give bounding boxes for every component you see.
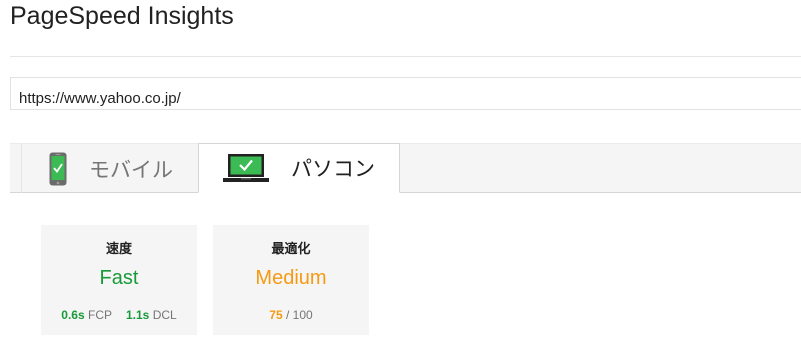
device-tabbar: モバイル パソコン [10,143,801,193]
tab-desktop[interactable]: パソコン [198,143,400,193]
tab-mobile[interactable]: モバイル [23,144,197,193]
optimization-score: 75 [269,308,283,322]
speed-rating: Fast [99,267,139,289]
speed-metrics: 0.6s FCP 1.1s DCL [41,308,197,322]
dcl-value: 1.1s [125,308,150,322]
title-divider [10,56,801,57]
url-input[interactable] [10,77,801,110]
fcp-value: 0.6s [61,308,85,322]
page-title: PageSpeed Insights [10,2,234,30]
dcl-label: DCL [152,308,177,322]
optimization-metrics: 75 / 100 [213,308,369,322]
phone-icon [49,152,67,185]
speed-card: 速度 Fast 0.6s FCP 1.1s DCL [41,225,197,335]
optimization-rating: Medium [255,267,327,289]
optimization-card: 最適化 Medium 75 / 100 [213,225,369,335]
optimization-score-suffix: / 100 [286,308,313,322]
fcp-label: FCP [87,308,112,322]
laptop-icon [223,154,269,182]
optimization-heading: 最適化 [271,241,311,256]
tab-mobile-label: モバイル [89,158,173,182]
tab-desktop-label: パソコン [291,158,375,181]
speed-heading: 速度 [105,241,132,256]
tabbar-spacer [10,144,22,193]
